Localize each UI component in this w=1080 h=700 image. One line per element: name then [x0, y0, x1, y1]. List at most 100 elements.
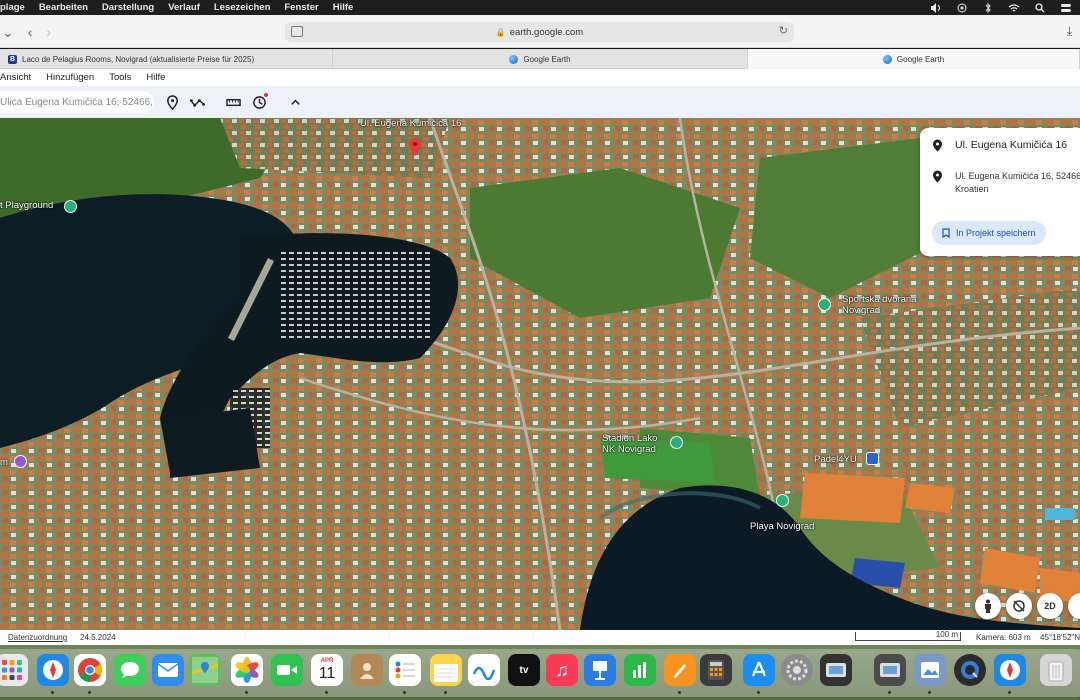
- camera-altitude: Kamera: 603 m: [976, 633, 1031, 642]
- contacts-app-icon[interactable]: [351, 654, 383, 686]
- search-field[interactable]: [0, 91, 154, 113]
- satellite-imagery[interactable]: [0, 118, 1080, 630]
- history-icon[interactable]: [250, 93, 268, 111]
- freeform-app-icon[interactable]: [468, 654, 500, 686]
- menu-bearbeiten[interactable]: Bearbeiten: [39, 2, 88, 13]
- measure-icon[interactable]: [224, 93, 242, 111]
- scanner-app-icon[interactable]: [820, 654, 852, 686]
- menu-lesezeichen[interactable]: Lesezeichen: [214, 2, 271, 13]
- app-menus: plage Bearbeiten Darstellung Verlauf Les…: [0, 2, 353, 13]
- playa-label[interactable]: Playa Novigrad: [750, 521, 814, 532]
- tv-label: tv: [519, 664, 529, 676]
- stadion-poi-icon[interactable]: [670, 436, 683, 449]
- control-center-icon[interactable]: [1060, 3, 1072, 13]
- padel-poi-icon[interactable]: [866, 452, 879, 465]
- photos-app-icon[interactable]: [231, 654, 263, 686]
- collapse-chevron-icon[interactable]: [286, 93, 304, 111]
- running-indicator: [51, 691, 54, 694]
- download-icon[interactable]: ⤓: [1067, 24, 1072, 39]
- chrome-app-icon[interactable]: [74, 654, 106, 686]
- padel-label[interactable]: Padel4YU: [814, 454, 857, 465]
- preview-app-icon[interactable]: [914, 654, 946, 686]
- tab-overview-chevron-icon[interactable]: ⌄: [2, 24, 14, 41]
- playa-poi-icon[interactable]: [776, 494, 789, 507]
- museum-poi-icon[interactable]: [14, 455, 27, 468]
- toggle-2d-button[interactable]: 2D: [1037, 593, 1063, 619]
- back-icon[interactable]: ‹: [28, 24, 33, 41]
- quicktime-app-icon[interactable]: [954, 654, 986, 686]
- placemark-icon[interactable]: [163, 93, 181, 111]
- running-indicator: [403, 691, 406, 694]
- playground-poi-icon[interactable]: [64, 200, 77, 213]
- maps-app-icon[interactable]: [189, 654, 221, 686]
- sportska-label[interactable]: Sportska dvorana Novigrad: [842, 294, 916, 316]
- messages-app-icon[interactable]: [114, 654, 146, 686]
- launchpad-app-icon[interactable]: [0, 654, 28, 686]
- menu-darstellung[interactable]: Darstellung: [102, 2, 154, 13]
- playground-label[interactable]: t Playground: [0, 200, 53, 211]
- menu-fenster[interactable]: Fenster: [284, 2, 318, 13]
- safari-app-icon[interactable]: [37, 654, 69, 686]
- tab-google-earth-2[interactable]: Google Earth: [748, 49, 1080, 69]
- status-icons: [930, 0, 1072, 15]
- stadion-label[interactable]: Stadion Lako NK Novigrad: [602, 433, 657, 455]
- location-pin-icon[interactable]: [408, 138, 422, 156]
- trash-app-icon[interactable]: [1040, 654, 1072, 686]
- menu-verlauf[interactable]: Verlauf: [168, 2, 200, 13]
- running-indicator: [678, 691, 681, 694]
- page-menu-icon[interactable]: [291, 26, 303, 37]
- save-to-project-button[interactable]: In Projekt speichern: [932, 221, 1046, 245]
- airplay-icon[interactable]: [956, 3, 968, 13]
- person-icon[interactable]: [975, 593, 1001, 619]
- music-app-icon[interactable]: ♫: [546, 654, 578, 686]
- notes-app-icon[interactable]: [430, 654, 462, 686]
- app-store-app-icon[interactable]: [743, 654, 775, 686]
- menu-hinzufuegen[interactable]: Hinzufügen: [46, 72, 94, 83]
- safari-2-app-icon[interactable]: [994, 654, 1026, 686]
- wifi-icon[interactable]: [1008, 3, 1020, 13]
- reload-icon[interactable]: ↻: [779, 24, 788, 37]
- numbers-app-icon[interactable]: [624, 654, 656, 686]
- compass-off-icon[interactable]: [1006, 593, 1032, 619]
- volume-icon[interactable]: [930, 2, 942, 13]
- tab-label: Laco de Pelagius Rooms, Novigrad (aktual…: [22, 54, 255, 64]
- menu-tools[interactable]: Tools: [109, 72, 131, 83]
- facetime-app-icon[interactable]: [271, 654, 303, 686]
- museum-label[interactable]: m: [0, 457, 8, 468]
- menu-ablage[interactable]: plage: [0, 2, 25, 13]
- keynote-app-icon[interactable]: [584, 654, 616, 686]
- tab-bar: B Laco de Pelagius Rooms, Novigrad (aktu…: [0, 49, 1080, 69]
- pages-app-icon[interactable]: [664, 654, 696, 686]
- tab-label: Google Earth: [896, 54, 945, 64]
- tab-google-earth-1[interactable]: Google Earth: [333, 49, 748, 69]
- tab-booking[interactable]: B Laco de Pelagius Rooms, Novigrad (aktu…: [0, 49, 333, 69]
- save-label: In Projekt speichern: [956, 228, 1036, 238]
- notification-dot: [264, 93, 268, 97]
- search-icon[interactable]: [1034, 2, 1046, 13]
- bluetooth-icon[interactable]: [982, 2, 994, 13]
- search-input[interactable]: [0, 96, 154, 108]
- menu-ansicht[interactable]: Ansicht: [0, 72, 31, 83]
- screen: plage Bearbeiten Darstellung Verlauf Les…: [0, 0, 1080, 700]
- booking-icon: B: [8, 54, 17, 64]
- mail-app-icon[interactable]: [152, 654, 184, 686]
- sportska-poi-icon[interactable]: [818, 298, 831, 311]
- running-indicator: [1008, 691, 1011, 694]
- reminders-app-icon[interactable]: [389, 654, 421, 686]
- path-icon[interactable]: [188, 93, 206, 111]
- running-indicator: [757, 691, 760, 694]
- earth-menu-bar: Ansicht Hinzufügen Tools Hilfe: [0, 69, 1080, 86]
- calculator-app-icon[interactable]: [700, 654, 732, 686]
- menu-hilfe[interactable]: Hilfe: [333, 2, 354, 13]
- tv-app-icon[interactable]: tv: [508, 654, 540, 686]
- calendar-app-icon[interactable]: APR 11: [311, 654, 343, 686]
- earth-map-view[interactable]: Ul. Eugena Kumičića 16 t Playground Spor…: [0, 118, 1080, 630]
- address-bar[interactable]: 🔒 earth.google.com ↻: [285, 22, 794, 42]
- attribution-link[interactable]: Datenzuordnung: [8, 633, 67, 642]
- browser-toolbar: ⌄ ‹ › 🔒 earth.google.com ↻ ⤓: [0, 15, 1080, 48]
- system-settings-app-icon[interactable]: [781, 654, 813, 686]
- screenshot-app-icon[interactable]: [874, 654, 906, 686]
- pin-label[interactable]: Ul. Eugena Kumičića 16: [360, 118, 461, 129]
- menu-earth-hilfe[interactable]: Hilfe: [146, 72, 165, 83]
- forward-icon[interactable]: ›: [46, 24, 51, 41]
